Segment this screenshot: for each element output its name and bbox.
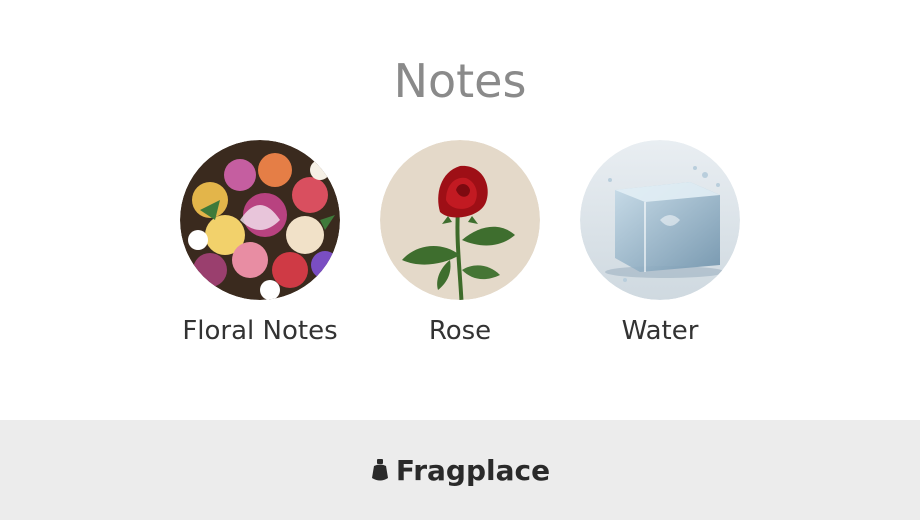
notes-list: Floral Notes Rose Water (0, 140, 920, 348)
note-item-floral[interactable]: Floral Notes (180, 140, 340, 348)
perfume-bottle-icon (371, 459, 388, 481)
brand-logo[interactable]: Fragplace (370, 454, 550, 487)
page-title: Notes (393, 54, 527, 108)
red-rose-image (380, 140, 540, 300)
note-label: Floral Notes (182, 316, 338, 346)
note-item-rose[interactable]: Rose (380, 140, 540, 348)
brand-name: Fragplace (395, 453, 551, 487)
note-item-water[interactable]: Water (580, 140, 740, 348)
note-label: Water (621, 316, 699, 346)
note-label: Rose (428, 316, 492, 346)
floral-bouquet-image (180, 140, 340, 300)
ice-cube-splash-image (580, 140, 740, 300)
footer: Fragplace (0, 420, 920, 520)
